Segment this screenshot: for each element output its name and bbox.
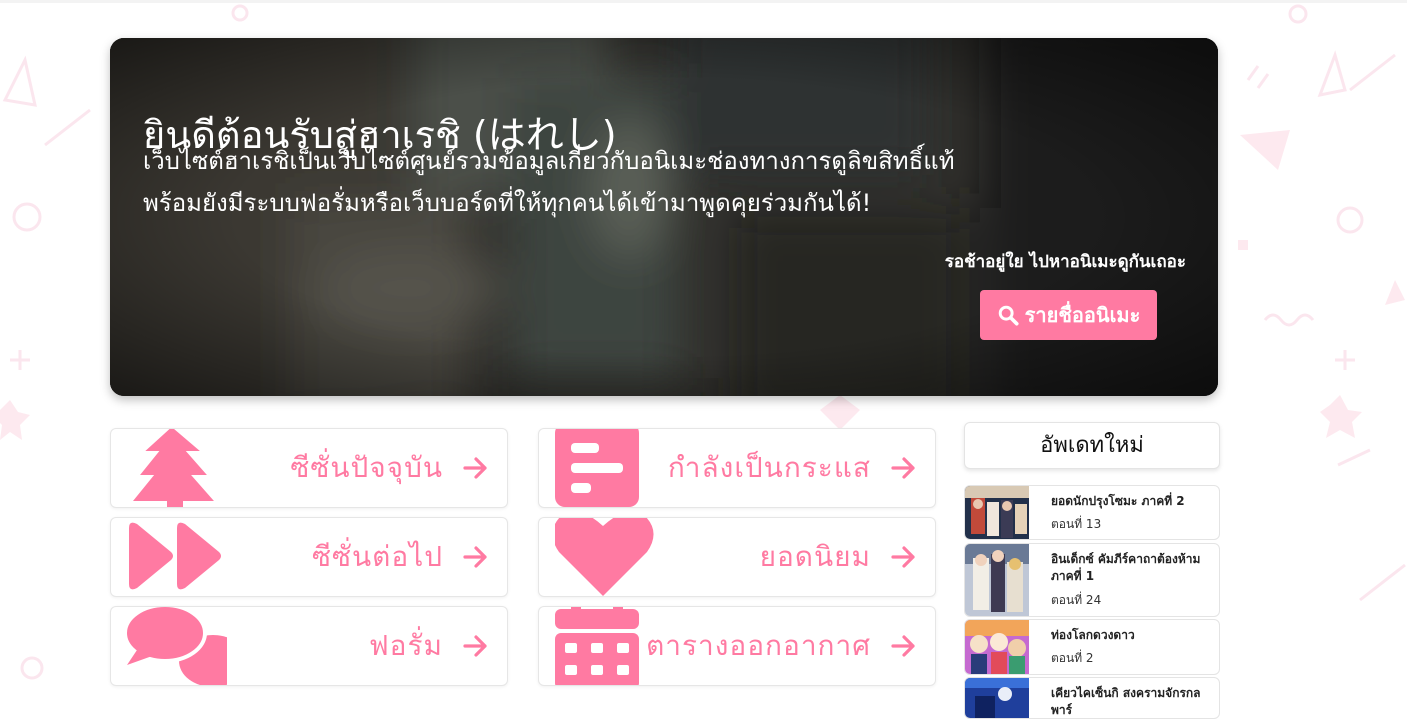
menu-trending[interactable]: กำลังเป็นกระแส [538,428,936,508]
anime-list-button-label: รายชื่ออนิเมะ [1024,303,1141,327]
menu-label: ยอดนิยม [759,540,871,573]
update-thumbnail [965,544,1029,616]
menu-label: ซีซั่นต่อไป [311,540,443,573]
anime-list-button[interactable]: รายชื่ออนิเมะ [980,290,1157,340]
update-item[interactable]: เคียวไคเซ็นกิ สงครามจักรกล พาร์ [964,677,1220,719]
update-title: ท่องโลกดวงดาว [1051,628,1135,642]
arrow-right-icon [463,546,487,568]
top-border [0,0,1407,3]
update-episode: ตอนที่ 13 [1051,517,1102,531]
arrow-right-icon [463,635,487,657]
menu-forum[interactable]: ฟอรั่ม [110,606,508,686]
hero-description-line-2: พร้อมยังมีระบบฟอรั่มหรือเว็บบอร์ดที่ให้ท… [143,189,872,217]
update-episode: ตอนที่ 24 [1051,593,1102,607]
hero-banner: ยินดีต้อนรับสู่ฮาเรชิ (はれし) เว็บไซต์ฮาเร… [110,38,1218,396]
update-item[interactable]: ท่องโลกดวงดาว ตอนที่ 2 [964,619,1220,675]
fast-forward-icon [129,522,221,590]
comments-icon [127,607,227,685]
update-title: เคียวไคเซ็นกิ สงครามจักรกล พาร์ [1051,686,1201,717]
menu-label: ตารางออกอากาศ [646,629,871,662]
hero-tagline: รอช้าอยู่ใย ไปหาอนิเมะดูกันเถอะ [944,252,1186,272]
menu-next-season[interactable]: ซีซั่นต่อไป [110,517,508,597]
menu-label: ฟอรั่ม [368,629,443,662]
hero-description: เว็บไซต์ฮาเรชิเป็นเว็บไซต์ศูนย์รวมข้อมูล… [143,140,1123,224]
update-thumbnail [965,620,1029,674]
update-item[interactable]: อินเด็กซ์ คัมภีร์คาถาต้องห้าม ภาคที่ 1 ต… [964,543,1220,617]
update-item[interactable]: ยอดนักปรุงโซมะ ภาคที่ 2 ตอนที่ 13 [964,485,1220,540]
hero-description-line-1: เว็บไซต์ฮาเรชิเป็นเว็บไซต์ศูนย์รวมข้อมูล… [143,147,955,175]
bar-chart-icon [555,429,639,507]
arrow-right-icon [891,635,915,657]
update-thumbnail [965,486,1029,539]
menu-current-season[interactable]: ซีซั่นปัจจุบัน [110,428,508,508]
heart-icon [555,518,654,596]
recent-updates-header: อัพเดทใหม่ [964,422,1220,469]
update-thumbnail [965,678,1029,718]
calendar-icon [555,607,639,685]
tree-icon [133,429,214,507]
update-title: อินเด็กซ์ คัมภีร์คาถาต้องห้าม ภาคที่ 1 [1051,552,1201,583]
menu-label: กำลังเป็นกระแส [667,451,871,484]
update-title: ยอดนักปรุงโซมะ ภาคที่ 2 [1051,494,1185,508]
search-icon [998,305,1019,326]
arrow-right-icon [891,457,915,479]
menu-label: ซีซั่นปัจจุบัน [290,451,443,484]
menu-popular[interactable]: ยอดนิยม [538,517,936,597]
arrow-right-icon [463,457,487,479]
update-episode: ตอนที่ 2 [1051,651,1094,665]
arrow-right-icon [891,546,915,568]
menu-schedule[interactable]: ตารางออกอากาศ [538,606,936,686]
